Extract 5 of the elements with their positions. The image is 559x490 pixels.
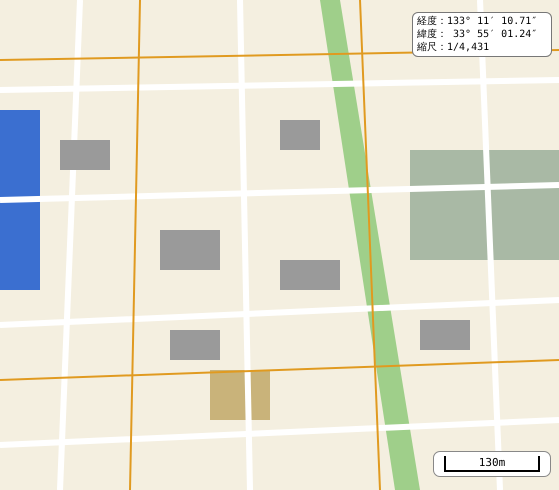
coordinate-text: 経度：133° 11′ 10.71″ <box>417 15 538 28</box>
coordinate-text: 縮尺：1/4,431 <box>417 41 490 54</box>
coordinate-text: 緯度： 33° 55′ 01.24″ <box>417 28 538 41</box>
map-drawing[interactable] <box>0 0 559 490</box>
scale-label: 130m <box>478 457 506 469</box>
